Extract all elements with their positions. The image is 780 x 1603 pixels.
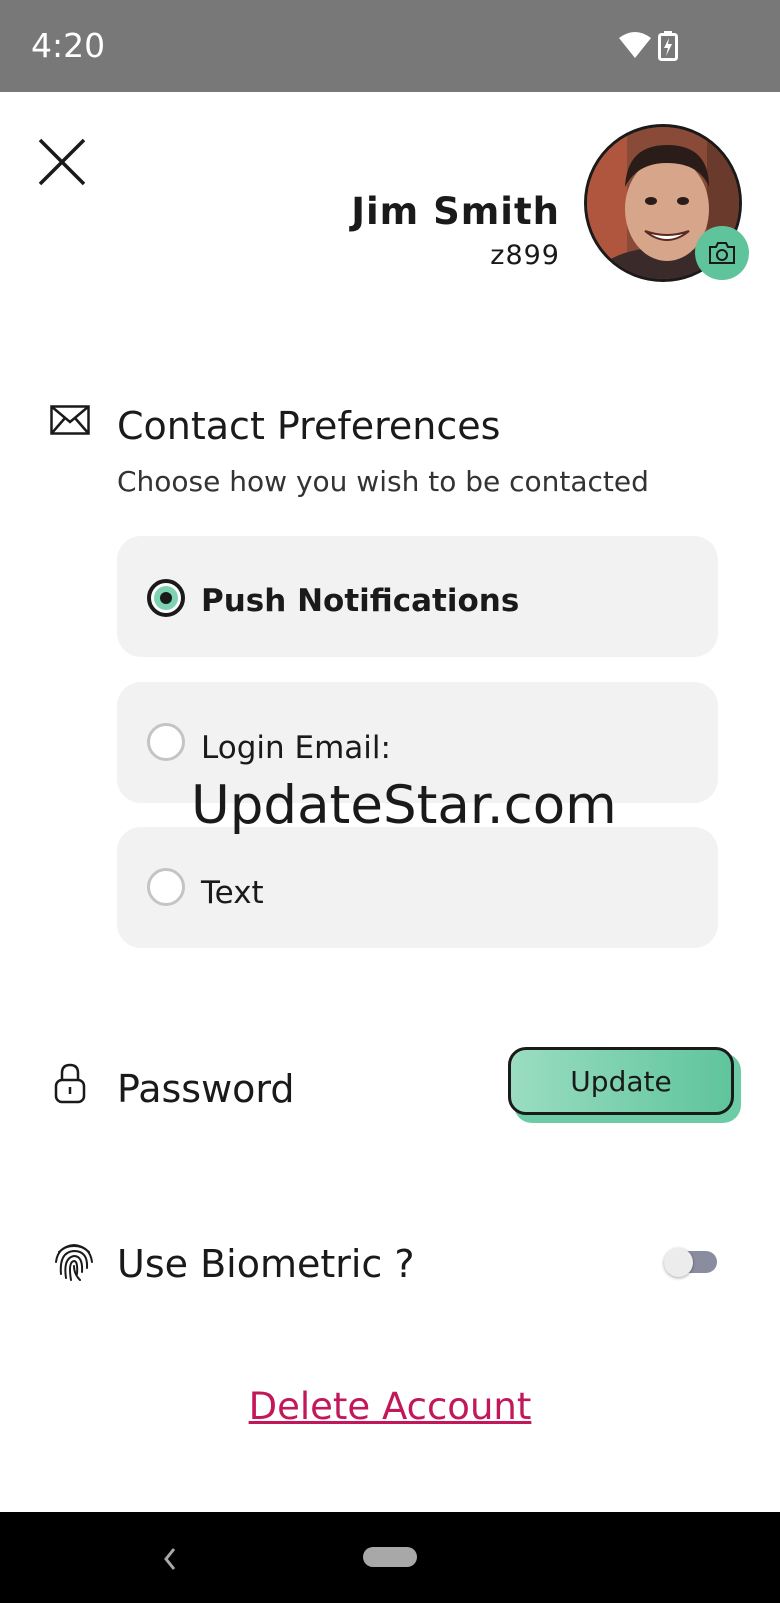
radio-push-notifications[interactable]	[147, 579, 185, 617]
delete-account-link[interactable]: Delete Account	[0, 1385, 780, 1428]
back-icon[interactable]	[160, 1545, 180, 1573]
option-label: Text	[201, 875, 264, 911]
camera-icon	[709, 242, 735, 264]
option-label: Push Notifications	[201, 583, 520, 619]
lock-icon	[54, 1063, 86, 1104]
camera-button[interactable]	[695, 226, 749, 280]
contact-preferences-title: Contact Preferences	[117, 404, 501, 448]
user-name: Jim Smith	[351, 190, 560, 233]
update-password-button[interactable]: Update	[508, 1047, 734, 1115]
close-icon[interactable]	[36, 136, 88, 188]
mail-icon	[50, 405, 90, 435]
biometric-label: Use Biometric ?	[117, 1242, 415, 1286]
home-button[interactable]	[363, 1547, 417, 1567]
option-push-notifications[interactable]: Push Notifications	[117, 536, 718, 657]
fingerprint-icon	[55, 1244, 93, 1281]
wifi-icon	[619, 32, 651, 58]
radio-login-email[interactable]	[147, 723, 185, 761]
biometric-toggle-thumb[interactable]	[664, 1248, 693, 1277]
radio-text[interactable]	[147, 868, 185, 906]
option-text[interactable]: Text	[117, 827, 718, 948]
watermark: UpdateStar.com	[191, 775, 617, 836]
battery-charging-icon	[658, 31, 678, 61]
contact-preferences-subtitle: Choose how you wish to be contacted	[117, 465, 649, 498]
password-label: Password	[117, 1067, 295, 1111]
status-bar: 4:20	[0, 0, 780, 92]
option-label: Login Email:	[201, 730, 391, 766]
status-time: 4:20	[31, 26, 106, 65]
user-id: z899	[490, 240, 560, 271]
